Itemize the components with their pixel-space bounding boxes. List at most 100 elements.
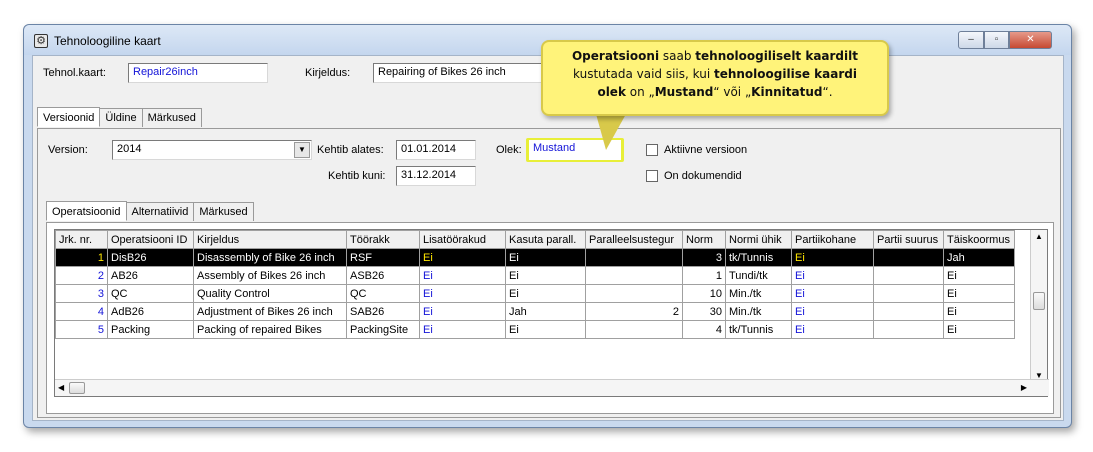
table-cell[interactable]: Min./tk [725, 284, 792, 303]
table-cell[interactable]: 1 [55, 248, 108, 267]
table-cell[interactable] [873, 284, 944, 303]
kehtib-kuni-field[interactable]: 31.12.2014 [396, 166, 476, 186]
table-cell[interactable]: Ei [943, 284, 1015, 303]
table-cell[interactable]: Assembly of Bikes 26 inch [193, 266, 347, 285]
tab-uldine[interactable]: Üldine [99, 108, 143, 127]
table-cell[interactable]: Ei [943, 302, 1015, 321]
version-select[interactable]: 2014 [112, 140, 312, 160]
scroll-up-icon[interactable]: ▲ [1035, 232, 1043, 241]
column-header[interactable]: Kasuta parall. [505, 230, 586, 249]
table-cell[interactable]: ASB26 [346, 266, 420, 285]
table-cell[interactable]: Ei [791, 284, 874, 303]
table-row[interactable]: 5 Packing Packing of repaired Bikes Packing… [55, 320, 1015, 339]
table-cell[interactable]: Ei [505, 320, 586, 339]
table-cell[interactable]: Ei [943, 320, 1015, 339]
table-cell[interactable]: Ei [505, 284, 586, 303]
table-cell[interactable]: Adjustment of Bikes 26 inch [193, 302, 347, 321]
table-cell[interactable]: Disassembly of Bike 26 inch [193, 248, 347, 267]
table-cell[interactable]: Ei [791, 266, 874, 285]
table-cell[interactable]: DisB26 [107, 248, 194, 267]
kehtib-alates-field[interactable]: 01.01.2014 [396, 140, 476, 160]
column-header[interactable]: Normi ühik [725, 230, 792, 249]
tab-inner-markused[interactable]: Märkused [193, 202, 254, 221]
table-cell[interactable]: AB26 [107, 266, 194, 285]
column-header[interactable]: Norm [682, 230, 726, 249]
table-cell[interactable] [585, 320, 683, 339]
table-cell[interactable]: Quality Control [193, 284, 347, 303]
vertical-scroll-thumb[interactable] [1033, 292, 1045, 310]
tehnol-kaart-field[interactable]: Repair26inch [128, 63, 268, 83]
table-cell[interactable]: Ei [419, 248, 506, 267]
grid-vertical-scrollbar[interactable]: ▲ ▼ [1030, 230, 1047, 382]
tab-markused[interactable]: Märkused [141, 108, 202, 127]
table-cell[interactable] [873, 266, 944, 285]
minimize-button[interactable]: – [958, 31, 984, 49]
tab-operatsioonid[interactable]: Operatsioonid [46, 201, 127, 221]
table-cell[interactable]: 5 [55, 320, 108, 339]
table-cell[interactable]: Ei [419, 266, 506, 285]
column-header[interactable]: Operatsiooni ID [107, 230, 194, 249]
column-header[interactable]: Jrk. nr. [55, 230, 108, 249]
scroll-right-icon[interactable]: ▶ [1021, 383, 1027, 392]
table-cell[interactable]: Min./tk [725, 302, 792, 321]
table-cell[interactable] [873, 248, 944, 267]
horizontal-scroll-thumb[interactable] [69, 382, 85, 394]
table-cell[interactable]: RSF [346, 248, 420, 267]
table-cell[interactable]: tk/Tunnis [725, 320, 792, 339]
table-cell[interactable]: 4 [682, 320, 726, 339]
table-cell[interactable]: 4 [55, 302, 108, 321]
table-cell[interactable]: tk/Tunnis [725, 248, 792, 267]
column-header[interactable]: Täiskoormus [943, 230, 1015, 249]
maximize-button[interactable]: ▫ [984, 31, 1009, 49]
table-cell[interactable]: Tundi/tk [725, 266, 792, 285]
on-dokumendid-checkbox[interactable] [646, 170, 658, 182]
table-cell[interactable]: 2 [55, 266, 108, 285]
table-cell[interactable]: Ei [505, 248, 586, 267]
grid-horizontal-scrollbar[interactable]: ◀ ▶ [55, 379, 1049, 396]
table-cell[interactable]: QC [107, 284, 194, 303]
table-cell[interactable]: Ei [791, 320, 874, 339]
table-cell[interactable]: 3 [682, 248, 726, 267]
version-dropdown-icon[interactable]: ▼ [294, 142, 310, 158]
table-cell[interactable]: Packing of repaired Bikes [193, 320, 347, 339]
tab-alternatiivid[interactable]: Alternatiivid [125, 202, 195, 221]
table-row[interactable]: 1 DisB26 Disassembly of Bike 26 inch RSF Ei E… [55, 248, 1015, 267]
column-header[interactable]: Partiikohane [791, 230, 874, 249]
table-cell[interactable]: Ei [419, 320, 506, 339]
table-cell[interactable]: Ei [943, 266, 1015, 285]
table-cell[interactable]: Ei [791, 302, 874, 321]
table-cell[interactable]: QC [346, 284, 420, 303]
table-row[interactable]: 4 AdB26 Adjustment of Bikes 26 inch SAB26 Ei… [55, 302, 1015, 321]
column-header[interactable]: Partii suurus [873, 230, 944, 249]
table-cell[interactable]: Packing [107, 320, 194, 339]
table-cell[interactable] [585, 248, 683, 267]
table-cell[interactable]: 10 [682, 284, 726, 303]
column-header[interactable]: Paralleelsustegur [585, 230, 683, 249]
table-cell[interactable]: Ei [419, 302, 506, 321]
table-cell[interactable]: 1 [682, 266, 726, 285]
column-header[interactable]: Lisatöörakud [419, 230, 506, 249]
column-header[interactable]: Töörakk [346, 230, 420, 249]
tab-versioonid[interactable]: Versioonid [37, 107, 101, 127]
table-cell[interactable]: Jah [943, 248, 1015, 267]
table-cell[interactable]: 30 [682, 302, 726, 321]
operations-grid[interactable]: Jrk. nr. Operatsiooni ID Kirjeldus Töörakk L… [54, 229, 1049, 397]
table-cell[interactable]: Ei [505, 266, 586, 285]
table-row[interactable]: 3 QC Quality Control QC Ei Ei 10 Min./tk Ei Ei [55, 284, 1015, 303]
table-cell[interactable]: 2 [585, 302, 683, 321]
table-cell[interactable]: PackingSite [346, 320, 420, 339]
table-cell[interactable]: SAB26 [346, 302, 420, 321]
table-row[interactable]: 2 AB26 Assembly of Bikes 26 inch ASB26 Ei Ei 1… [55, 266, 1015, 285]
aktiivne-versioon-checkbox[interactable] [646, 144, 658, 156]
table-cell[interactable]: Jah [505, 302, 586, 321]
table-cell[interactable] [873, 302, 944, 321]
table-cell[interactable]: Ei [419, 284, 506, 303]
table-cell[interactable] [873, 320, 944, 339]
close-button[interactable]: ✕ [1009, 31, 1052, 49]
column-header[interactable]: Kirjeldus [193, 230, 347, 249]
table-cell[interactable]: AdB26 [107, 302, 194, 321]
table-cell[interactable] [585, 266, 683, 285]
table-cell[interactable]: Ei [791, 248, 874, 267]
scroll-left-icon[interactable]: ◀ [58, 383, 64, 392]
table-cell[interactable] [585, 284, 683, 303]
